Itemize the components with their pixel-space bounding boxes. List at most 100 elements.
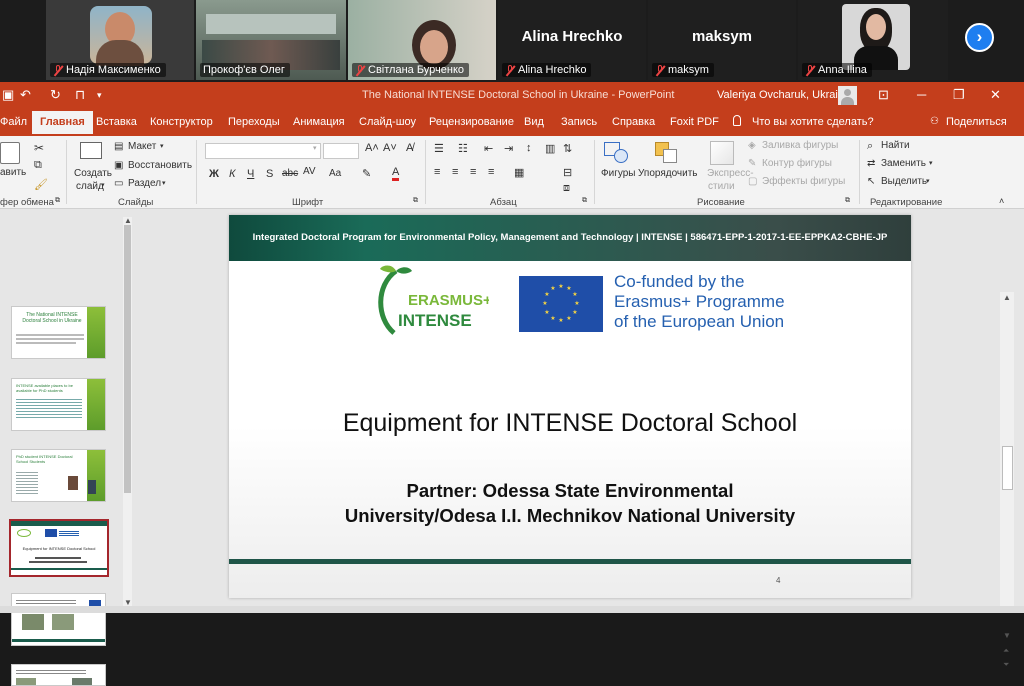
scrollbar-thumb[interactable] <box>1002 446 1013 490</box>
thumbnail-scrollbar[interactable]: ▲ ▼ <box>123 216 132 607</box>
slide-thumbnail[interactable]: PhD student INTENSE Doctoral School Stud… <box>11 449 106 502</box>
layout-button[interactable]: Макет <box>128 141 156 152</box>
participant-tile[interactable]: Надія Максименко <box>46 0 194 80</box>
reset-icon[interactable]: ▣ <box>114 160 123 171</box>
tab-file[interactable]: Файл <box>0 116 27 128</box>
pen-icon[interactable]: ✎ <box>748 158 756 169</box>
tell-me-search[interactable]: Что вы хотите сделать? <box>752 116 874 128</box>
select-button[interactable]: Выделить <box>881 176 927 187</box>
slide-thumbnail-selected[interactable]: Equipment for INTENSE Doctoral School <box>9 519 109 577</box>
chevron-down-icon[interactable]: ▾ <box>101 181 105 189</box>
scroll-up-icon[interactable]: ▲ <box>124 216 132 225</box>
chevron-down-icon[interactable]: ▾ <box>929 159 933 167</box>
participant-tile[interactable]: Прокоф'єв Олег <box>196 0 346 80</box>
align-text-icon[interactable]: ⊟ <box>563 166 572 179</box>
ribbon-display-options-icon[interactable]: ⊡ <box>878 87 889 103</box>
slide-thumbnail[interactable] <box>11 593 106 646</box>
tab-animations[interactable]: Анимация <box>293 116 345 128</box>
highlight-icon[interactable]: ✎ <box>362 167 371 180</box>
shape-outline-button[interactable]: Контур фигуры <box>762 158 832 169</box>
participant-tile[interactable]: maksym maksym <box>648 0 796 80</box>
shape-fill-button[interactable]: Заливка фигуры <box>762 140 838 151</box>
tab-insert[interactable]: Вставка <box>96 116 137 128</box>
increase-indent-icon[interactable]: ⇥ <box>504 142 513 155</box>
format-painter-icon[interactable]: 🖌 <box>34 178 48 191</box>
tab-view[interactable]: Вид <box>524 116 544 128</box>
align-center-icon[interactable]: ≡ <box>452 166 458 178</box>
new-slide-button[interactable]: Создать <box>74 168 112 179</box>
section-icon[interactable]: ▭ <box>114 178 123 189</box>
minimize-icon[interactable]: ─ <box>917 87 926 102</box>
tab-slideshow[interactable]: Слайд-шоу <box>359 116 416 128</box>
tab-foxit-pdf[interactable]: Foxit PDF <box>670 116 719 128</box>
smartart-icon[interactable]: ⧈ <box>563 182 570 195</box>
dialog-launcher-icon[interactable]: ⧉ <box>55 197 60 205</box>
change-case-icon[interactable]: Aa <box>329 168 341 179</box>
justify-icon[interactable]: ≡ <box>488 166 494 178</box>
columns-icon[interactable]: ▥ <box>545 142 555 155</box>
italic-icon[interactable]: К <box>229 168 235 180</box>
participant-tile[interactable]: Anna Ilina <box>798 0 948 80</box>
new-slide-icon[interactable] <box>80 142 102 159</box>
quick-styles-button[interactable]: Экспресс- <box>707 168 754 179</box>
quick-styles-button-label[interactable]: стили <box>708 181 735 192</box>
quick-styles-icon[interactable] <box>710 141 734 165</box>
slide-thumbnail[interactable]: The National INTENSE Doctoral School in … <box>11 306 106 359</box>
shape-effects-button[interactable]: Эффекты фигуры <box>762 176 845 187</box>
slide-thumbnail[interactable] <box>11 664 106 686</box>
dialog-launcher-icon[interactable]: ⧉ <box>582 197 587 205</box>
next-slide-icon[interactable]: ⏷ <box>1003 660 1009 670</box>
section-button[interactable]: Раздел <box>128 178 161 189</box>
strikethrough-icon[interactable]: abc <box>282 168 298 179</box>
slide-title[interactable]: Equipment for INTENSE Doctoral School <box>229 409 911 438</box>
next-page-button[interactable]: › <box>965 23 994 52</box>
effects-icon[interactable]: ▢ <box>748 176 757 187</box>
font-size-combo[interactable] <box>323 143 359 159</box>
line-spacing-icon[interactable]: ↕ <box>526 142 532 154</box>
columns-layout-icon[interactable]: ▦ <box>514 166 524 179</box>
scroll-down-icon[interactable]: ▼ <box>1003 631 1011 640</box>
font-color-icon[interactable]: A <box>392 166 400 181</box>
cut-icon[interactable]: ✂ <box>34 141 44 155</box>
shapes-button[interactable]: Фигуры <box>601 168 635 179</box>
new-slide-button-label[interactable]: слайд <box>76 181 104 192</box>
font-name-combo[interactable] <box>205 143 321 159</box>
paste-button[interactable]: авить <box>0 167 26 178</box>
chevron-down-icon[interactable]: ▾ <box>162 179 166 187</box>
tab-design[interactable]: Конструктор <box>150 116 213 128</box>
tab-review[interactable]: Рецензирование <box>429 116 514 128</box>
layout-icon[interactable]: ▤ <box>114 141 123 152</box>
align-right-icon[interactable]: ≡ <box>470 166 476 178</box>
replace-icon[interactable]: ⇄ <box>867 158 875 169</box>
text-direction-icon[interactable]: ⇅ <box>563 142 572 155</box>
search-icon[interactable]: ⌕ <box>867 140 873 153</box>
dialog-launcher-icon[interactable]: ⧉ <box>413 197 418 205</box>
slide-partner-line[interactable]: Partner: Odessa State Environmental <box>229 480 911 502</box>
tab-home[interactable]: Главная <box>32 111 93 134</box>
user-name[interactable]: Valeriya Ovcharuk, Ukraine <box>717 89 850 101</box>
tab-help[interactable]: Справка <box>612 116 655 128</box>
undo-icon[interactable]: ↶ <box>20 87 31 103</box>
increase-font-icon[interactable]: A˄ <box>365 142 379 154</box>
share-button[interactable]: Поделиться <box>946 116 1007 128</box>
previous-slide-icon[interactable]: ⏶ <box>1003 646 1009 656</box>
copy-icon[interactable]: ⧉ <box>34 159 42 172</box>
align-left-icon[interactable]: ≡ <box>434 166 440 178</box>
chevron-down-icon[interactable]: ▾ <box>160 142 164 150</box>
decrease-indent-icon[interactable]: ⇤ <box>484 142 493 155</box>
slideshow-start-icon[interactable]: ⊓ <box>75 87 85 103</box>
customize-toolbar-icon[interactable]: ▾ <box>97 90 102 101</box>
current-slide[interactable]: Integrated Doctoral Program for Environm… <box>229 215 911 598</box>
spacing-icon[interactable]: AV <box>303 166 316 177</box>
close-icon[interactable]: ✕ <box>990 87 1001 103</box>
participant-tile[interactable]: Світлана Бурченко <box>348 0 496 80</box>
dialog-launcher-icon[interactable]: ⧉ <box>845 197 850 205</box>
paste-icon[interactable] <box>0 142 20 164</box>
find-button[interactable]: Найти <box>881 140 910 151</box>
underline-icon[interactable]: Ч <box>247 168 254 180</box>
avatar[interactable] <box>838 86 857 105</box>
slide-partner-line[interactable]: University/Odesa I.I. Mechnikov National… <box>229 505 911 527</box>
save-icon[interactable]: ▣ <box>2 87 14 103</box>
tab-record[interactable]: Запись <box>561 116 597 128</box>
chevron-down-icon[interactable]: ▾ <box>313 144 317 152</box>
